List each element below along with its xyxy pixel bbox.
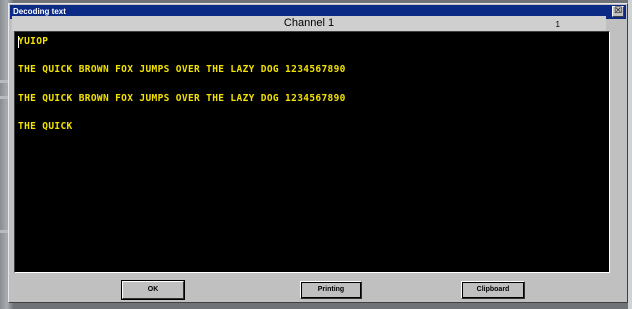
ok-button[interactable]: OK — [122, 281, 184, 299]
close-button[interactable]: ☒ — [612, 6, 624, 17]
decoded-text-area[interactable]: YUIOP THE QUICK BROWN FOX JUMPS OVER THE… — [14, 31, 610, 273]
decoded-line: THE QUICK BROWN FOX JUMPS OVER THE LAZY … — [18, 93, 346, 104]
desktop-background-right — [628, 0, 632, 309]
channel-header: Channel 1 1 — [12, 16, 606, 31]
channel-label: Channel 1 — [283, 17, 335, 29]
channel-number: 1 — [555, 20, 560, 29]
printing-button[interactable]: Printing — [300, 281, 362, 299]
decoded-line: THE QUICK — [18, 121, 73, 132]
decoded-line: THE QUICK BROWN FOX JUMPS OVER THE LAZY … — [18, 64, 346, 75]
clipboard-button[interactable]: Clipboard — [461, 281, 525, 299]
close-icon: ☒ — [613, 6, 623, 16]
decoded-line: YUIOP — [18, 36, 49, 47]
